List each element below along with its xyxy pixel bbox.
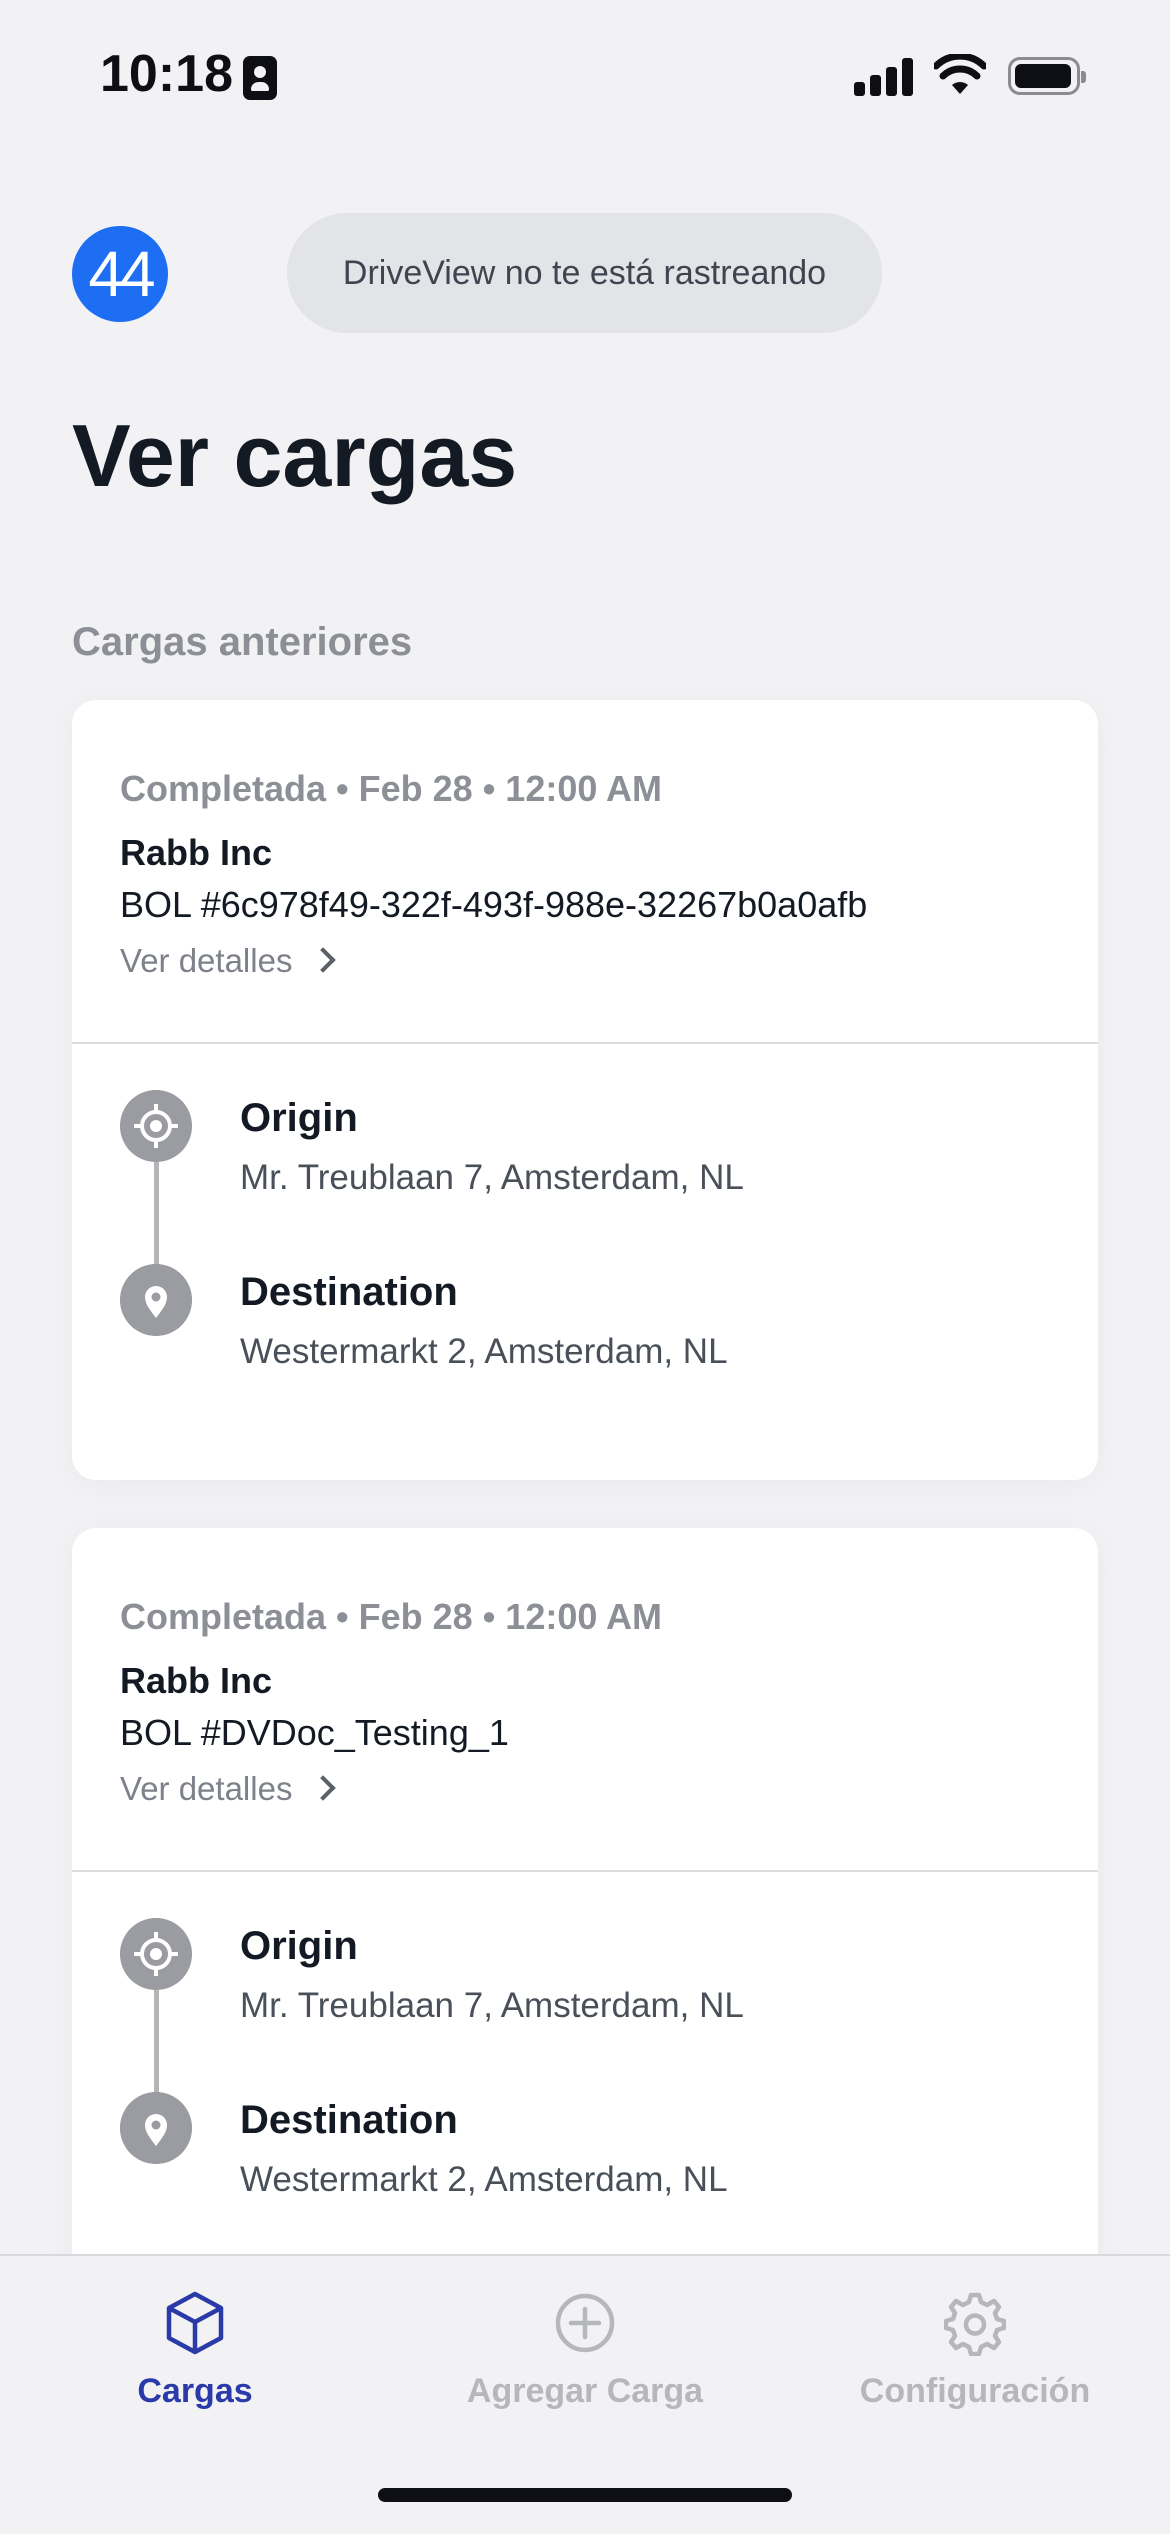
cellular-signal-icon bbox=[854, 56, 914, 96]
tab-configuracion[interactable]: Configuración bbox=[780, 2256, 1170, 2456]
load-meta: Completada • Feb 28 • 12:00 AM bbox=[120, 1596, 663, 1637]
chevron-right-icon bbox=[310, 947, 337, 973]
cube-icon bbox=[166, 2291, 224, 2355]
crosshair-icon bbox=[120, 1918, 192, 1990]
origin-label: Origin bbox=[240, 1096, 358, 1140]
plus-circle-icon bbox=[555, 2293, 615, 2353]
view-details-link[interactable]: Ver detalles bbox=[120, 1770, 337, 1808]
load-meta: Completada • Feb 28 • 12:00 AM bbox=[120, 768, 663, 809]
route-section: Origin Mr. Treublaan 7, Amsterdam, NL De… bbox=[72, 1872, 1098, 2288]
tab-agregar-carga-label: Agregar Carga bbox=[466, 2372, 704, 2410]
load-card[interactable]: Completada • Feb 28 • 12:00 AM Rabb Inc … bbox=[72, 700, 1098, 1480]
load-bol: BOL #DVDoc_Testing_1 bbox=[120, 1712, 509, 1753]
battery-icon bbox=[1008, 57, 1086, 95]
contact-card-icon bbox=[243, 56, 277, 100]
tab-cargas[interactable]: Cargas bbox=[0, 2256, 390, 2456]
view-details-link[interactable]: Ver detalles bbox=[120, 942, 337, 980]
page-title: Ver cargas bbox=[72, 406, 518, 505]
wifi-icon bbox=[934, 54, 986, 94]
map-pin-icon bbox=[120, 2092, 192, 2164]
destination-label: Destination bbox=[240, 1270, 458, 1314]
home-indicator[interactable] bbox=[378, 2488, 792, 2502]
destination-address: Westermarkt 2, Amsterdam, NL bbox=[240, 2160, 728, 2199]
tracking-status-pill[interactable]: DriveView no te está rastreando bbox=[287, 213, 882, 333]
route-connector bbox=[154, 1990, 159, 2092]
load-company: Rabb Inc bbox=[120, 1660, 273, 1701]
load-company: Rabb Inc bbox=[120, 832, 273, 873]
destination-label: Destination bbox=[240, 2098, 458, 2142]
route-section: Origin Mr. Treublaan 7, Amsterdam, NL De… bbox=[72, 1044, 1098, 1474]
crosshair-icon bbox=[120, 1090, 192, 1162]
map-pin-icon bbox=[120, 1264, 192, 1336]
origin-address: Mr. Treublaan 7, Amsterdam, NL bbox=[240, 1986, 744, 2025]
status-bar: 10:18 bbox=[0, 0, 1170, 150]
tab-agregar-carga[interactable]: Agregar Carga bbox=[390, 2256, 780, 2456]
route-connector bbox=[154, 1162, 159, 1264]
load-card-header[interactable]: Completada • Feb 28 • 12:00 AM Rabb Inc … bbox=[72, 1528, 1098, 1872]
tab-cargas-label: Cargas bbox=[137, 2372, 253, 2410]
origin-address: Mr. Treublaan 7, Amsterdam, NL bbox=[240, 1158, 744, 1197]
view-details-label: Ver detalles bbox=[120, 1770, 293, 1807]
tab-configuracion-label: Configuración bbox=[859, 2372, 1091, 2410]
status-time: 10:18 bbox=[100, 45, 233, 103]
destination-address: Westermarkt 2, Amsterdam, NL bbox=[240, 1332, 728, 1371]
view-details-label: Ver detalles bbox=[120, 942, 293, 979]
origin-label: Origin bbox=[240, 1924, 358, 1968]
section-label: Cargas anteriores bbox=[72, 620, 413, 664]
gear-icon bbox=[944, 2292, 1006, 2356]
chevron-right-icon bbox=[310, 1775, 337, 1801]
load-card-header[interactable]: Completada • Feb 28 • 12:00 AM Rabb Inc … bbox=[72, 700, 1098, 1044]
notification-badge[interactable]: 44 bbox=[72, 226, 168, 322]
load-card[interactable]: Completada • Feb 28 • 12:00 AM Rabb Inc … bbox=[72, 1528, 1098, 2288]
load-bol: BOL #6c978f49-322f-493f-988e-32267b0a0af… bbox=[120, 884, 868, 925]
